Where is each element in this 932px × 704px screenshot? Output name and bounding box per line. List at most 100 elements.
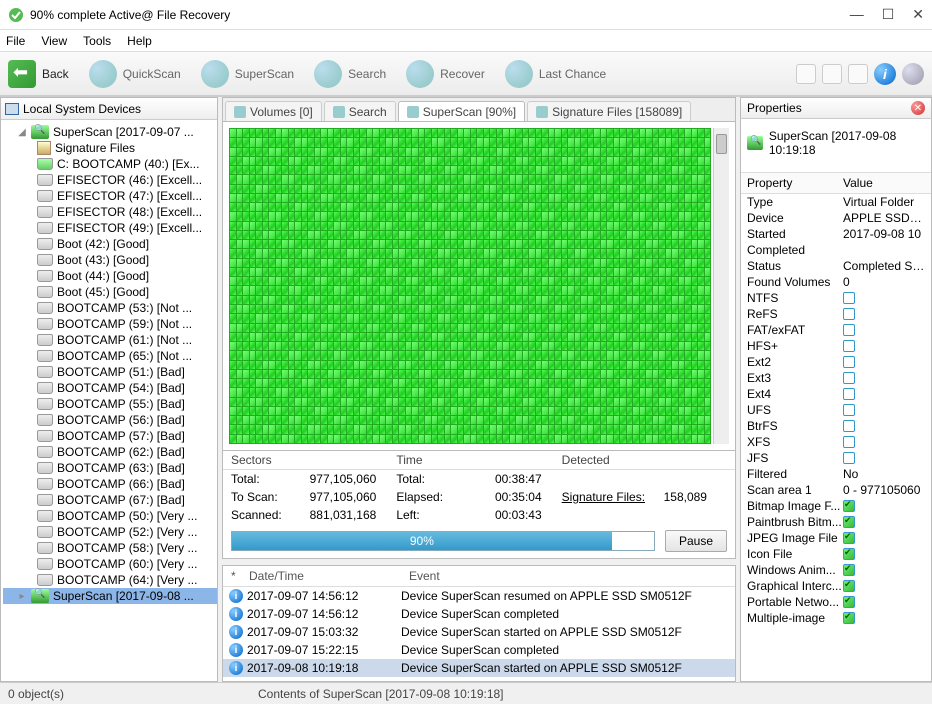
tree-drive-item[interactable]: BOOTCAMP (56:) [Bad] (3, 412, 217, 428)
tab-sigfiles[interactable]: Signature Files [158089] (527, 101, 691, 121)
tab-search[interactable]: Search (324, 101, 396, 121)
checkbox-icon[interactable] (843, 596, 855, 608)
checkbox-icon[interactable] (843, 340, 855, 352)
tree-drive-item[interactable]: Boot (45:) [Good] (3, 284, 217, 300)
tree-drive-item[interactable]: Boot (43:) [Good] (3, 252, 217, 268)
tab-volumes[interactable]: Volumes [0] (225, 101, 322, 121)
tree-drive-item[interactable]: BOOTCAMP (67:) [Bad] (3, 492, 217, 508)
info-icon[interactable]: i (874, 63, 896, 85)
property-row[interactable]: Windows Anim... (741, 562, 931, 578)
property-row[interactable]: XFS (741, 434, 931, 450)
tree-drive-item[interactable]: BOOTCAMP (59:) [Not ... (3, 316, 217, 332)
tree-superscan-current[interactable]: ▸SuperScan [2017-09-08 ... (3, 588, 217, 604)
toolbar-small-3[interactable] (848, 64, 868, 84)
tree-drive-item[interactable]: BOOTCAMP (58:) [Very ... (3, 540, 217, 556)
event-row[interactable]: i 2017-09-07 15:03:32 Device SuperScan s… (223, 623, 735, 641)
tree-superscan-node[interactable]: ◢SuperScan [2017-09-07 ... (3, 124, 217, 140)
properties-col-property[interactable]: Property (747, 176, 843, 190)
menu-help[interactable]: Help (127, 34, 152, 48)
tree-drive-item[interactable]: BOOTCAMP (50:) [Very ... (3, 508, 217, 524)
tree-drive-item[interactable]: BOOTCAMP (62:) [Bad] (3, 444, 217, 460)
tree-sigfiles-node[interactable]: Signature Files (3, 140, 217, 156)
property-row[interactable]: TypeVirtual Folder (741, 194, 931, 210)
pause-button[interactable]: Pause (665, 530, 727, 552)
tree-drive-item[interactable]: BOOTCAMP (66:) [Bad] (3, 476, 217, 492)
tree-drive-item[interactable]: EFISECTOR (48:) [Excell... (3, 204, 217, 220)
property-row[interactable]: BtrFS (741, 418, 931, 434)
properties-col-value[interactable]: Value (843, 176, 873, 190)
checkbox-icon[interactable] (843, 388, 855, 400)
checkbox-icon[interactable] (843, 516, 855, 528)
checkbox-icon[interactable] (843, 580, 855, 592)
property-row[interactable]: Scan area 10 - 977105060 (741, 482, 931, 498)
tree-drive-item[interactable]: BOOTCAMP (52:) [Very ... (3, 524, 217, 540)
property-row[interactable]: Completed (741, 242, 931, 258)
property-row[interactable]: Paintbrush Bitm... (741, 514, 931, 530)
property-row[interactable]: ReFS (741, 306, 931, 322)
menu-file[interactable]: File (6, 34, 25, 48)
lastchance-button[interactable]: Last Chance (505, 60, 606, 88)
tab-superscan[interactable]: SuperScan [90%] (398, 101, 525, 121)
property-row[interactable]: Ext4 (741, 386, 931, 402)
search-button[interactable]: Search (314, 60, 386, 88)
checkbox-icon[interactable] (843, 436, 855, 448)
recover-button[interactable]: Recover (406, 60, 485, 88)
property-row[interactable]: FilteredNo (741, 466, 931, 482)
back-button[interactable]: Back (8, 60, 69, 88)
device-tree[interactable]: ◢SuperScan [2017-09-07 ...Signature File… (1, 120, 217, 681)
tree-drive-item[interactable]: BOOTCAMP (55:) [Bad] (3, 396, 217, 412)
menu-view[interactable]: View (41, 34, 67, 48)
toolbar-small-1[interactable] (796, 64, 816, 84)
event-row[interactable]: i 2017-09-07 15:22:15 Device SuperScan c… (223, 641, 735, 659)
property-row[interactable]: Portable Netwo... (741, 594, 931, 610)
sector-map-scrollbar[interactable] (713, 128, 729, 444)
property-row[interactable]: Ext2 (741, 354, 931, 370)
checkbox-icon[interactable] (843, 404, 855, 416)
toolbar-small-2[interactable] (822, 64, 842, 84)
property-row[interactable]: StatusCompleted Suc (741, 258, 931, 274)
checkbox-icon[interactable] (843, 292, 855, 304)
tree-drive-item[interactable]: EFISECTOR (49:) [Excell... (3, 220, 217, 236)
superscan-button[interactable]: SuperScan (201, 60, 294, 88)
tree-drive-item[interactable]: BOOTCAMP (61:) [Not ... (3, 332, 217, 348)
event-row[interactable]: i 2017-09-08 10:19:18 Device SuperScan s… (223, 659, 735, 677)
tree-drive-item[interactable]: BOOTCAMP (53:) [Not ... (3, 300, 217, 316)
tree-drive-item[interactable]: BOOTCAMP (60:) [Very ... (3, 556, 217, 572)
stats-sigfiles-label[interactable]: Signature Files: (562, 490, 645, 504)
tree-drive-item[interactable]: EFISECTOR (46:) [Excell... (3, 172, 217, 188)
events-event-header[interactable]: Event (409, 569, 440, 583)
tree-drive-item[interactable]: BOOTCAMP (51:) [Bad] (3, 364, 217, 380)
checkbox-icon[interactable] (843, 308, 855, 320)
checkbox-icon[interactable] (843, 356, 855, 368)
event-row[interactable]: i 2017-09-07 14:56:12 Device SuperScan r… (223, 587, 735, 605)
tree-drive-item[interactable]: C: BOOTCAMP (40:) [Ex... (3, 156, 217, 172)
tree-drive-item[interactable]: BOOTCAMP (57:) [Bad] (3, 428, 217, 444)
tree-drive-item[interactable]: Boot (42:) [Good] (3, 236, 217, 252)
properties-close-icon[interactable]: ✕ (911, 101, 925, 115)
minimize-button[interactable]: — (850, 6, 864, 23)
checkbox-icon[interactable] (843, 548, 855, 560)
property-row[interactable]: JPEG Image File (741, 530, 931, 546)
checkbox-icon[interactable] (843, 324, 855, 336)
property-row[interactable]: Icon File (741, 546, 931, 562)
events-datetime-header[interactable]: Date/Time (249, 569, 409, 583)
property-row[interactable]: Multiple-image (741, 610, 931, 626)
tree-drive-item[interactable]: BOOTCAMP (63:) [Bad] (3, 460, 217, 476)
close-button[interactable]: ✕ (912, 6, 924, 23)
checkbox-icon[interactable] (843, 564, 855, 576)
menu-tools[interactable]: Tools (83, 34, 111, 48)
tree-drive-item[interactable]: EFISECTOR (47:) [Excell... (3, 188, 217, 204)
property-row[interactable]: NTFS (741, 290, 931, 306)
property-row[interactable]: Started2017-09-08 10 (741, 226, 931, 242)
event-row[interactable]: i 2017-09-07 14:56:12 Device SuperScan c… (223, 605, 735, 623)
checkbox-icon[interactable] (843, 612, 855, 624)
quickscan-button[interactable]: QuickScan (89, 60, 181, 88)
events-body[interactable]: i 2017-09-07 14:56:12 Device SuperScan r… (223, 587, 735, 677)
checkbox-icon[interactable] (843, 372, 855, 384)
property-row[interactable]: DeviceAPPLE SSD SM (741, 210, 931, 226)
property-row[interactable]: HFS+ (741, 338, 931, 354)
sector-map[interactable] (229, 128, 711, 444)
property-row[interactable]: Graphical Interc... (741, 578, 931, 594)
tree-drive-item[interactable]: BOOTCAMP (65:) [Not ... (3, 348, 217, 364)
property-row[interactable]: FAT/exFAT (741, 322, 931, 338)
